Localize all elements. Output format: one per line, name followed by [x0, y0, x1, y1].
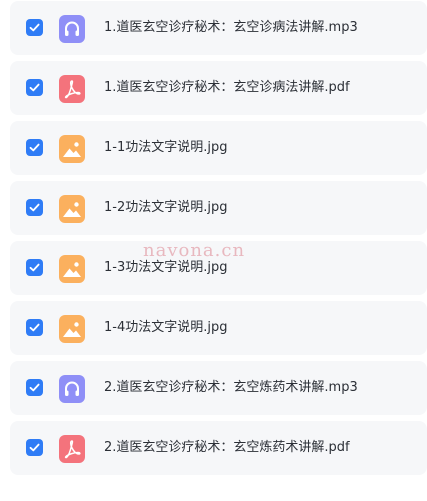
checkbox-checked[interactable]: [26, 439, 43, 456]
file-name: 1-1功法文字说明.jpg: [104, 140, 228, 155]
checkbox-checked[interactable]: [26, 19, 43, 36]
pdf-icon: [59, 435, 85, 463]
image-icon: [59, 195, 85, 223]
image-icon: [59, 255, 85, 283]
file-name: 1-2功法文字说明.jpg: [104, 200, 228, 215]
image-icon: [59, 315, 85, 343]
checkbox-checked[interactable]: [26, 379, 43, 396]
pdf-icon: [59, 75, 85, 103]
file-row[interactable]: 2.道医玄空诊疗秘术：玄空炼药术讲解.pdf: [10, 421, 427, 475]
headphones-icon: [59, 15, 85, 43]
file-name: 1.道医玄空诊疗秘术：玄空诊病法讲解.pdf: [104, 80, 350, 95]
file-row[interactable]: 1-4功法文字说明.jpg: [10, 301, 427, 355]
headphones-icon: [59, 375, 85, 403]
file-name: 2.道医玄空诊疗秘术：玄空炼药术讲解.mp3: [104, 380, 358, 395]
checkbox-checked[interactable]: [26, 139, 43, 156]
file-row[interactable]: 1-2功法文字说明.jpg: [10, 181, 427, 235]
file-row[interactable]: 1.道医玄空诊疗秘术：玄空诊病法讲解.pdf: [10, 61, 427, 115]
image-icon: [59, 135, 85, 163]
checkbox-checked[interactable]: [26, 79, 43, 96]
checkbox-checked[interactable]: [26, 199, 43, 216]
file-name: 1-4功法文字说明.jpg: [104, 320, 228, 335]
file-row[interactable]: 1.道医玄空诊疗秘术：玄空诊病法讲解.mp3: [10, 1, 427, 55]
file-list: 1.道医玄空诊疗秘术：玄空诊病法讲解.mp3 1.道医玄空诊疗秘术：玄空诊病法讲…: [0, 0, 427, 501]
file-row[interactable]: 2.道医玄空诊疗秘术：玄空炼药术讲解.mp3: [10, 361, 427, 415]
file-row[interactable]: 1-1功法文字说明.jpg: [10, 121, 427, 175]
checkbox-checked[interactable]: [26, 319, 43, 336]
checkbox-checked[interactable]: [26, 259, 43, 276]
file-name: 1-3功法文字说明.jpg: [104, 260, 228, 275]
watermark: navona.cn: [143, 240, 246, 261]
file-name: 2.道医玄空诊疗秘术：玄空炼药术讲解.pdf: [104, 440, 350, 455]
file-name: 1.道医玄空诊疗秘术：玄空诊病法讲解.mp3: [104, 20, 358, 35]
